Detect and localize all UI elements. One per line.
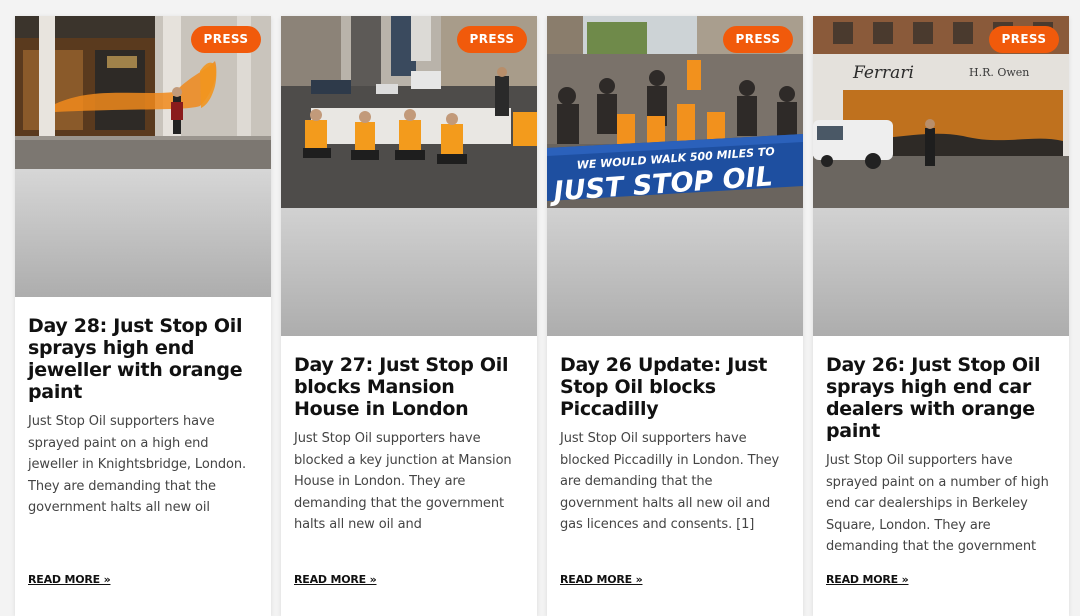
press-badge[interactable]: PRESS — [191, 26, 261, 53]
read-more-link[interactable]: READ MORE » — [826, 573, 909, 586]
card-media: WE WOULD WALK 500 MILES TO JUST STOP OIL… — [547, 16, 803, 336]
card-title[interactable]: Day 26: Just Stop Oil sprays high end ca… — [826, 354, 1055, 442]
card-excerpt: Just Stop Oil supporters have sprayed pa… — [28, 414, 247, 516]
read-more-link[interactable]: READ MORE » — [28, 573, 111, 586]
press-badge[interactable]: PRESS — [989, 26, 1059, 53]
card-media: PRESS — [281, 16, 537, 336]
card-title[interactable]: Day 28: Just Stop Oil sprays high end je… — [28, 315, 257, 403]
dealer-sign-text: Ferrari — [852, 63, 914, 83]
news-card[interactable]: Ferrari H.R. Owen PRESS Day 26: Just Sto… — [813, 16, 1069, 616]
card-excerpt: Just Stop Oil supporters have blocked a … — [294, 431, 512, 533]
card-media: PRESS — [15, 16, 271, 297]
card-title[interactable]: Day 27: Just Stop Oil blocks Mansion Hou… — [294, 354, 523, 420]
news-card[interactable]: WE WOULD WALK 500 MILES TO JUST STOP OIL… — [547, 16, 803, 616]
read-more-link[interactable]: READ MORE » — [560, 573, 643, 586]
news-card[interactable]: PRESS Day 27: Just Stop Oil blocks Mansi… — [281, 16, 537, 616]
card-excerpt: Just Stop Oil supporters have sprayed pa… — [826, 453, 1049, 555]
card-title[interactable]: Day 26 Update: Just Stop Oil blocks Picc… — [560, 354, 789, 420]
card-excerpt: Just Stop Oil supporters have blocked Pi… — [560, 431, 780, 533]
news-card[interactable]: PRESS Day 28: Just Stop Oil sprays high … — [15, 16, 271, 616]
press-badge[interactable]: PRESS — [723, 26, 793, 53]
read-more-link[interactable]: READ MORE » — [294, 573, 377, 586]
card-media: Ferrari H.R. Owen PRESS — [813, 16, 1069, 336]
dealer-sign-text-2: H.R. Owen — [969, 66, 1029, 79]
press-badge[interactable]: PRESS — [457, 26, 527, 53]
